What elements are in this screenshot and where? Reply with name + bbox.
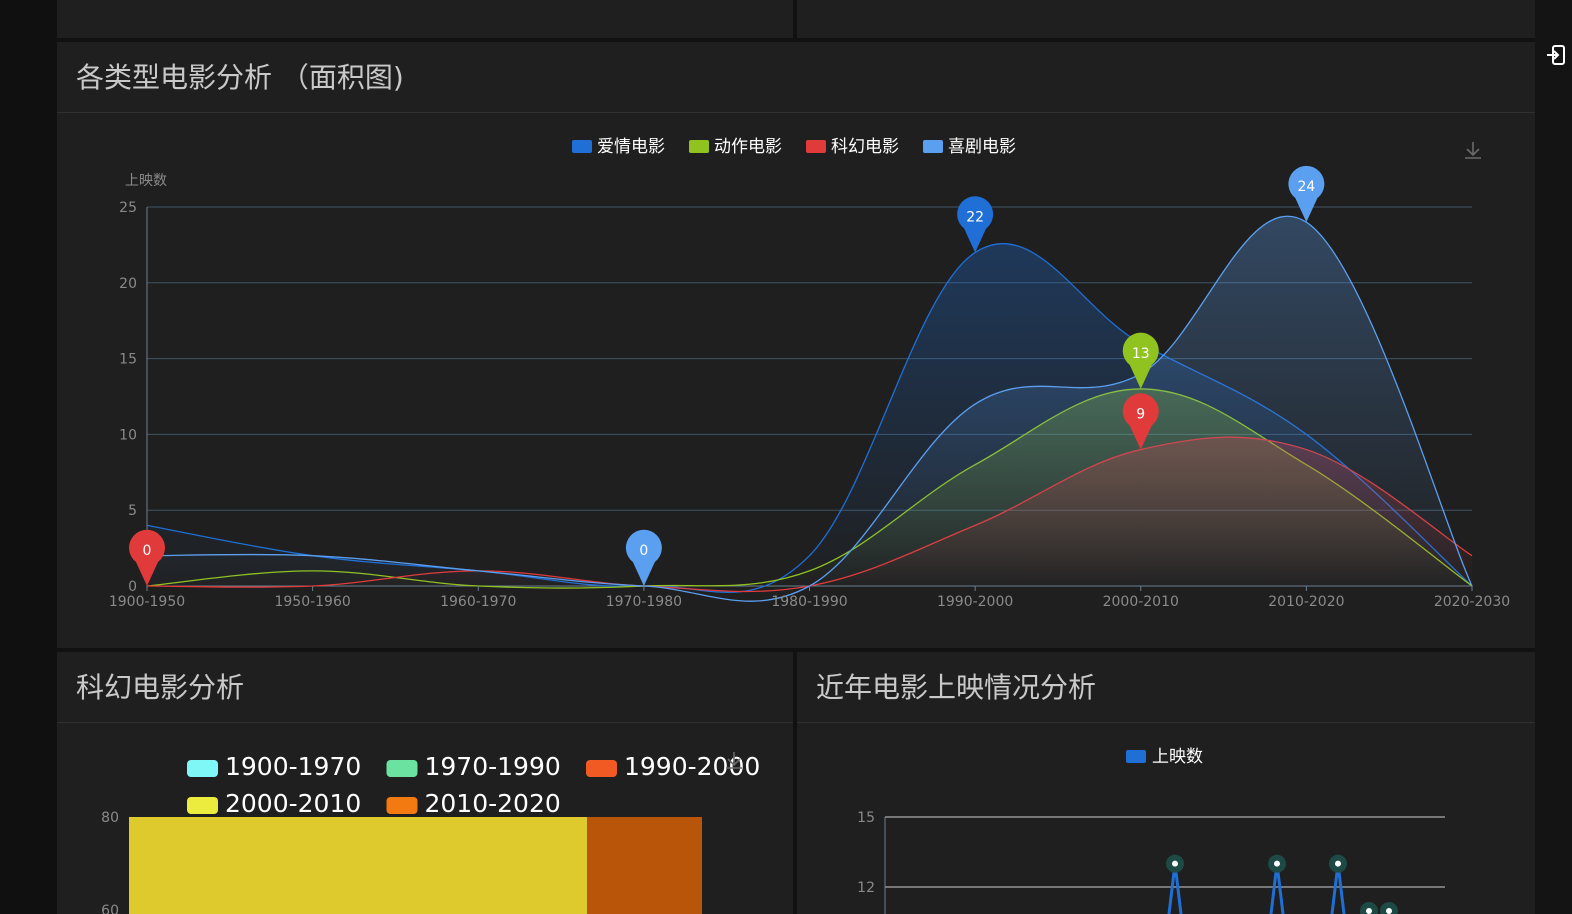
x-tick-label: 1960-1970 (440, 594, 516, 610)
legend-item[interactable]: 喜剧电影 (923, 137, 1016, 157)
legend-label: 喜剧电影 (948, 137, 1016, 157)
y-tick-label: 20 (119, 276, 137, 292)
area-chart-panel: 各类型电影分析 （面积图) 爱情电影 动作电影 科幻电影 喜剧电影 1900-1950… (57, 42, 1535, 648)
legend-label: 2010-2020 (425, 789, 561, 818)
legend-swatch (689, 140, 709, 153)
legend-swatch (386, 797, 418, 814)
logout-icon[interactable] (1546, 44, 1566, 66)
legend-swatch (586, 760, 617, 777)
y-tick-label: 25 (119, 200, 137, 216)
bar-2010-2020[interactable] (587, 817, 702, 914)
chart-legend: 爱情电影 动作电影 科幻电影 喜剧电影 (572, 137, 1016, 157)
legend-item[interactable]: 2010-2020 (386, 789, 561, 818)
top-panel-right (797, 0, 1535, 38)
x-tick-label: 1900-1950 (109, 594, 185, 610)
legend-label: 动作电影 (714, 137, 782, 157)
marker-pin: 0 (625, 529, 662, 586)
right-gutter (1535, 0, 1572, 914)
data-point-center (1335, 860, 1341, 867)
legend-item[interactable]: 1970-1990 (386, 752, 561, 781)
left-gutter (0, 0, 57, 914)
chart-legend: 1900-1970 1970-1990 1990-2000 2000-2010 2010… (187, 752, 760, 818)
x-tick-label: 1970-1980 (606, 594, 682, 610)
x-axis: 1900-1950 1950-1960 1960-1970 1970-1980 1980… (109, 586, 1510, 610)
data-point-center (1366, 908, 1372, 914)
legend-label: 科幻电影 (831, 137, 899, 157)
y-tick-label: 80 (101, 810, 119, 826)
area-fill-喜剧电影 (147, 216, 1472, 602)
marker-label: 0 (143, 543, 152, 559)
data-point-center (1172, 860, 1178, 867)
recent-chart-panel: 近年电影上映情况分析 上映数 15 12 (797, 652, 1535, 914)
marker-pin: 22 (957, 196, 994, 253)
legend-label: 2000-2010 (225, 789, 361, 818)
scifi-chart-panel: 科幻电影分析 1900-1970 1970-1990 1990-2000 2000-2… (57, 652, 793, 914)
legend-label: 1970-1990 (425, 752, 561, 781)
chart-bars (129, 817, 702, 914)
bar-2000-2010[interactable] (129, 817, 587, 914)
x-tick-label: 1990-2000 (937, 594, 1013, 610)
legend-item[interactable]: 动作电影 (689, 137, 782, 157)
chart-series (146, 215, 1473, 602)
marker-label: 9 (1136, 407, 1145, 423)
y-tick-label: 15 (857, 810, 875, 826)
data-point-center (1386, 908, 1392, 914)
marker-label: 0 (639, 543, 648, 559)
legend-swatch (386, 760, 418, 777)
legend-item[interactable]: 2000-2010 (187, 789, 361, 818)
chart-legend: 上映数 (1126, 747, 1203, 767)
legend-swatch (806, 140, 826, 153)
x-tick-label: 2020-2030 (1434, 594, 1510, 610)
recent-chart: 上映数 1512 (857, 747, 1445, 914)
x-tick-label: 1980-1990 (771, 594, 847, 610)
legend-item[interactable]: 上映数 (1126, 747, 1203, 767)
x-tick-label: 2010-2020 (1268, 594, 1344, 610)
data-point-center (1274, 860, 1280, 867)
legend-item[interactable]: 爱情电影 (572, 137, 665, 157)
y-tick-label: 0 (128, 579, 137, 595)
y-tick-label: 12 (857, 880, 875, 896)
legend-label: 上映数 (1152, 747, 1203, 767)
legend-swatch (187, 797, 218, 814)
legend-label: 爱情电影 (597, 137, 665, 157)
marker-label: 22 (966, 209, 984, 225)
top-panel-left (57, 0, 793, 38)
y-tick-label: 10 (119, 427, 137, 443)
x-tick-label: 2000-2010 (1103, 594, 1179, 610)
area-chart: 爱情电影 动作电影 科幻电影 喜剧电影 1900-1950 1950-1960 1960-… (109, 137, 1510, 610)
marker-pin: 24 (1288, 165, 1325, 223)
y-tick-label: 15 (119, 352, 137, 368)
y-axis: 80 60 (101, 810, 119, 914)
x-tick-label: 1950-1960 (274, 594, 350, 610)
marker-label: 13 (1132, 346, 1150, 362)
legend-swatch (187, 760, 218, 777)
y-axis-label: 上映数 (125, 173, 167, 189)
legend-swatch (572, 140, 592, 153)
scifi-chart: 1900-1970 1970-1990 1990-2000 2000-2010 2010… (101, 752, 760, 914)
marker-label: 24 (1297, 179, 1315, 195)
legend-swatch (1126, 750, 1146, 763)
legend-item[interactable]: 1900-1970 (187, 752, 361, 781)
download-icon[interactable] (1465, 142, 1481, 159)
chart-series (1166, 854, 1398, 914)
y-axis: 1512 (857, 810, 1445, 914)
legend-item[interactable]: 科幻电影 (806, 137, 899, 157)
y-tick-label: 5 (128, 503, 137, 519)
y-tick-label: 60 (101, 903, 119, 914)
legend-label: 1900-1970 (225, 752, 361, 781)
legend-swatch (923, 140, 943, 153)
legend-label: 1990-2000 (624, 752, 760, 781)
